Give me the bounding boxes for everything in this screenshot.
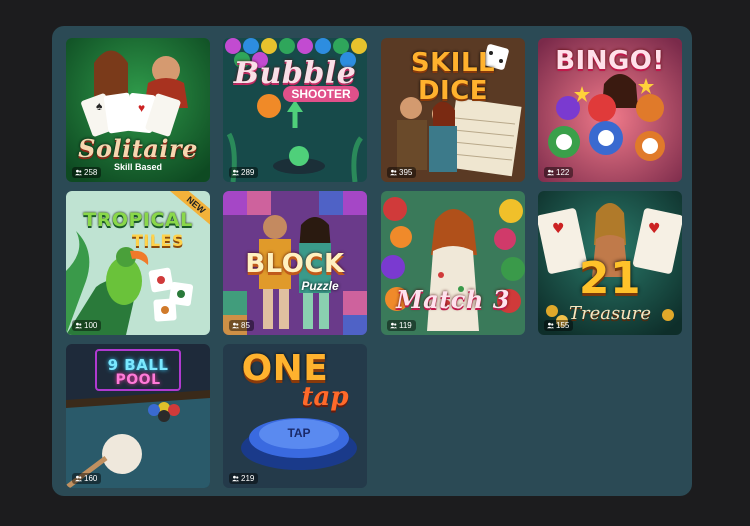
game-subtitle: TILES (131, 231, 184, 250)
player-count: 219 (229, 473, 259, 484)
svg-text:♥: ♥ (138, 101, 145, 115)
game-title: TROPICAL (83, 209, 193, 231)
players-icon (390, 322, 397, 329)
svg-text:♥: ♥ (648, 221, 661, 237)
game-tile-block-puzzle[interactable]: BLOCK Puzzle 85 (223, 191, 367, 335)
game-subtitle: Puzzle (301, 279, 339, 293)
game-title: Match 3 (396, 285, 510, 314)
game-tile-21-treasure[interactable]: ♥ ♥ 21 Treasure 155 (538, 191, 682, 335)
player-count: 258 (72, 167, 102, 178)
player-count: 122 (544, 167, 574, 178)
players-icon (75, 475, 82, 482)
game-subtitle: tap (301, 382, 349, 412)
player-count-value: 160 (84, 474, 98, 483)
players-icon (390, 169, 397, 176)
game-tile-bingo[interactable]: BINGO! 122 (538, 38, 682, 182)
players-icon (232, 475, 239, 482)
game-subtitle: POOL (115, 372, 161, 388)
svg-text:♥: ♥ (552, 221, 565, 237)
game-tile-skill-dice[interactable]: SKILL DICE 395 (381, 38, 525, 182)
player-count-value: 122 (556, 168, 570, 177)
game-title: Solitaire (78, 134, 198, 163)
player-count-value: 219 (241, 474, 255, 483)
player-count-value: 119 (399, 321, 412, 330)
game-subtitle: SHOOTER (283, 86, 359, 102)
game-tile-tropical-tiles[interactable]: TROPICAL TILES NEW 100 (66, 191, 210, 335)
player-count-value: 155 (556, 321, 570, 330)
game-tile-match-3[interactable]: Match 3 119 (381, 191, 525, 335)
svg-text:♠: ♠ (96, 99, 103, 113)
player-count-value: 289 (241, 168, 255, 177)
player-count-value: 100 (84, 321, 98, 330)
players-icon (75, 322, 82, 329)
game-tile-one-tap[interactable]: ONE tap TAP 219 (223, 344, 367, 488)
tap-button-label: TAP (287, 426, 311, 440)
player-count: 85 (229, 320, 254, 331)
game-tile-bubble-shooter[interactable]: Bubble SHOOTER 289 (223, 38, 367, 182)
player-count: 289 (229, 167, 259, 178)
game-tile-solitaire[interactable]: ♠ ♥ Solitaire Skill Based 258 (66, 38, 210, 182)
game-title: BINGO! (555, 46, 665, 76)
player-count: 155 (544, 320, 574, 331)
players-icon (232, 322, 239, 329)
player-count-value: 258 (84, 168, 98, 177)
game-subtitle: DICE (417, 76, 489, 106)
player-count: 160 (72, 473, 102, 484)
players-icon (75, 169, 82, 176)
game-title: 21 (578, 253, 642, 304)
game-title: SKILL (410, 48, 496, 78)
player-count: 395 (387, 167, 417, 178)
player-count: 100 (72, 320, 102, 331)
game-tile-9-ball-pool[interactable]: 9 BALL POOL 160 (66, 344, 210, 488)
player-count-value: 85 (241, 321, 250, 330)
player-count: 119 (387, 320, 416, 331)
game-title: BLOCK (245, 249, 345, 279)
game-grid-panel: ♠ ♥ Solitaire Skill Based 258 Bubble SHOO… (52, 26, 692, 496)
players-icon (232, 169, 239, 176)
players-icon (547, 322, 554, 329)
player-count-value: 395 (399, 168, 413, 177)
players-icon (547, 169, 554, 176)
